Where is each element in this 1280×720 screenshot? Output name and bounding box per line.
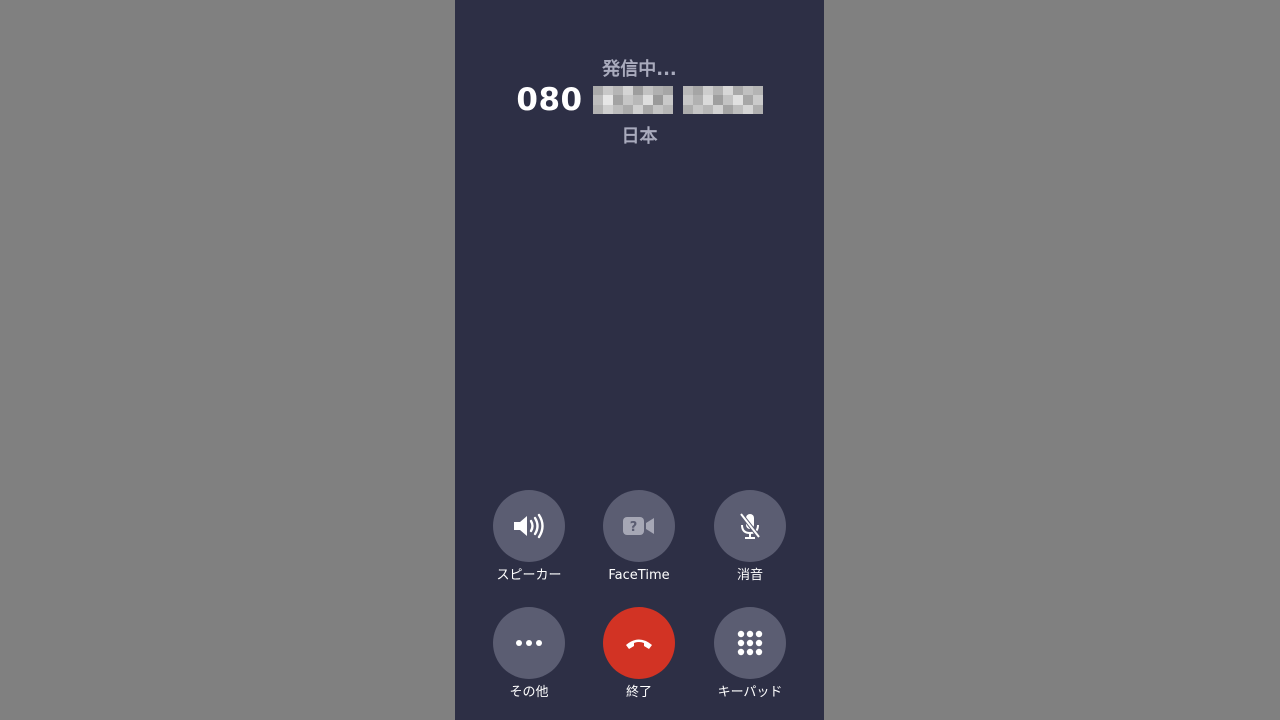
svg-text:?: ?	[630, 520, 638, 535]
mic-off-icon	[739, 512, 761, 539]
redacted-number-block-2	[682, 86, 763, 114]
phone-number-prefix: 080	[516, 82, 583, 118]
speaker-control: スピーカー	[469, 490, 589, 584]
phone-number: 080	[455, 82, 824, 118]
redacted-number-block-1	[592, 86, 673, 114]
more-icon	[516, 640, 542, 646]
speaker-label: スピーカー	[496, 568, 562, 583]
speaker-icon	[514, 513, 544, 539]
end-call-label: 終了	[625, 685, 652, 700]
mute-label: 消音	[736, 568, 763, 583]
call-screen: 発信中... 080 日本 スピーカー ? FaceTime 消音 その他 終了…	[455, 0, 824, 720]
speaker-button[interactable]	[493, 490, 565, 562]
keypad-icon	[737, 630, 763, 656]
mute-button[interactable]	[714, 490, 786, 562]
call-country: 日本	[621, 126, 658, 147]
keypad-label: キーパッド	[717, 685, 783, 700]
more-label: その他	[509, 685, 549, 700]
facetime-button[interactable]: ?	[603, 490, 675, 562]
facetime-label: FaceTime	[608, 568, 670, 583]
hang-up-icon	[626, 639, 652, 649]
mute-control: 消音	[690, 490, 810, 584]
facetime-control: ? FaceTime	[579, 490, 699, 584]
keypad-button[interactable]	[714, 607, 786, 679]
more-button[interactable]	[493, 607, 565, 679]
keypad-control: キーパッド	[690, 607, 810, 701]
call-status: 発信中...	[602, 59, 677, 80]
end-call-button[interactable]	[603, 607, 675, 679]
facetime-icon: ?	[623, 517, 654, 535]
more-control: その他	[469, 607, 589, 701]
end-call-control: 終了	[579, 607, 699, 701]
